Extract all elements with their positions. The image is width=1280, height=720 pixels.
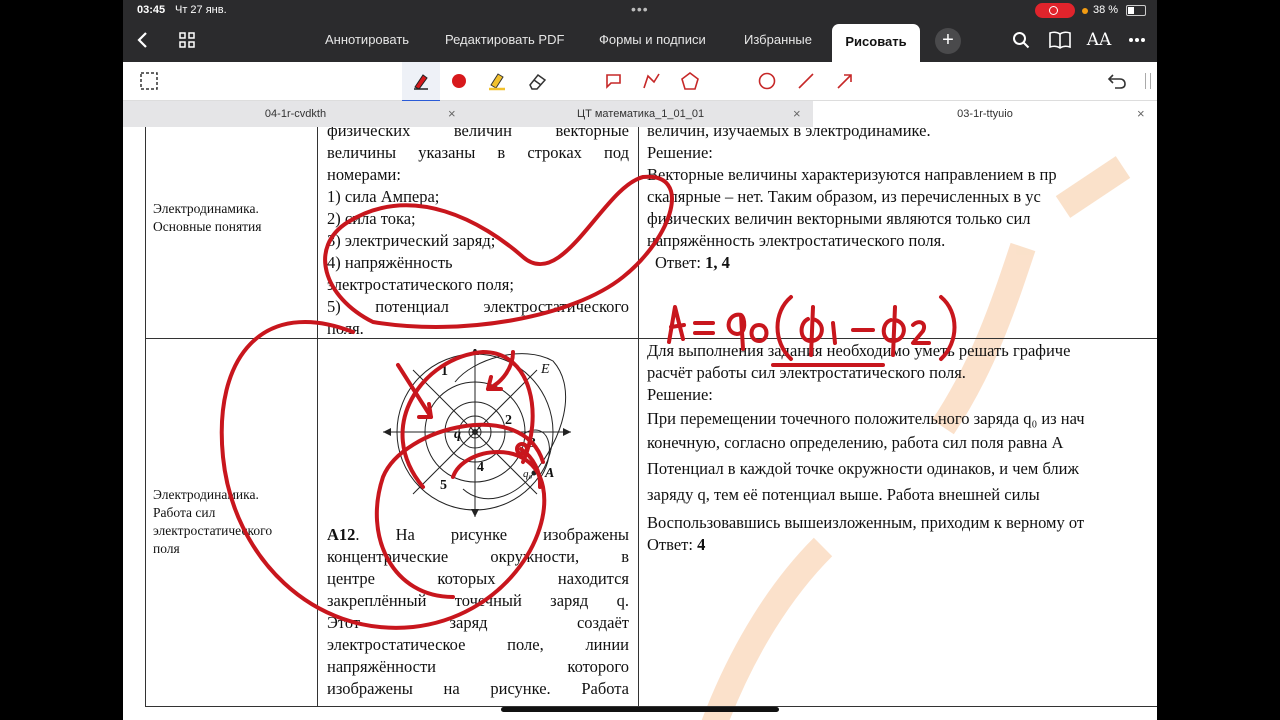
toolbar-grip[interactable] <box>1145 73 1151 89</box>
color-dot-icon[interactable] <box>445 68 473 94</box>
text-size-icon[interactable]: AA <box>1087 28 1112 52</box>
close-icon[interactable]: × <box>1137 101 1145 127</box>
polyline-icon[interactable] <box>638 68 666 94</box>
polygon-icon[interactable] <box>676 68 704 94</box>
ipad-screen: 03:45 Чт 27 янв. ••• 38 % Аннотировать Р… <box>123 0 1157 720</box>
drawing-toolbar <box>123 62 1157 102</box>
plus-icon[interactable]: + <box>935 28 961 54</box>
multitask-dots-icon[interactable]: ••• <box>631 1 649 17</box>
tab-label: ЦТ математика_1_01_01 <box>576 108 705 120</box>
status-bar: 03:45 Чт 27 янв. ••• 38 % <box>123 0 1157 22</box>
grid-icon[interactable] <box>175 28 199 52</box>
status-date: Чт 27 янв. <box>175 4 227 16</box>
line-icon[interactable] <box>792 68 820 94</box>
lasso-select-icon[interactable] <box>135 68 163 94</box>
arrow-icon[interactable] <box>831 68 859 94</box>
circle-icon[interactable] <box>753 68 781 94</box>
more-icon[interactable] <box>1125 28 1149 52</box>
battery-percent: 38 % <box>1093 4 1119 16</box>
pen-tool-selected[interactable] <box>402 62 440 102</box>
book-icon[interactable] <box>1048 28 1072 52</box>
tab-03-1r-ttyuio[interactable]: 03-1r-ttyuio × <box>813 101 1157 127</box>
close-icon[interactable]: × <box>793 101 801 127</box>
highlighter-icon[interactable] <box>483 68 511 94</box>
top-navigation-bar: Аннотировать Редактировать PDF Формы и п… <box>123 22 1157 62</box>
nav-draw-tab[interactable]: Рисовать <box>832 24 920 62</box>
back-icon[interactable] <box>131 28 155 52</box>
pdf-page[interactable]: Электродинамика. Основные понятия физиче… <box>123 127 1157 720</box>
nav-edit-pdf[interactable]: Редактировать PDF <box>445 22 564 62</box>
tab-label: 03-1r-ttyuio <box>957 108 1013 120</box>
home-indicator[interactable] <box>501 707 779 712</box>
search-icon[interactable] <box>1009 28 1033 52</box>
mic-indicator-icon <box>1082 8 1088 14</box>
battery-icon <box>1126 5 1146 16</box>
tab-04-1r-cvdkth[interactable]: 04-1r-cvdkth × <box>123 101 468 127</box>
pen-icon[interactable] <box>407 68 435 94</box>
nav-forms-signatures[interactable]: Формы и подписи <box>599 22 706 62</box>
eraser-icon[interactable] <box>523 68 551 94</box>
callout-icon[interactable] <box>599 68 627 94</box>
tab-ct-math[interactable]: ЦТ математика_1_01_01 × <box>468 101 813 127</box>
tab-label: 04-1r-cvdkth <box>264 108 327 120</box>
close-icon[interactable]: × <box>448 101 456 127</box>
ink-annotations[interactable] <box>123 127 1157 720</box>
nav-favorites[interactable]: Избранные <box>744 22 812 62</box>
document-tabs: 04-1r-cvdkth × ЦТ математика_1_01_01 × 0… <box>123 101 1157 127</box>
status-time: 03:45 <box>137 4 166 16</box>
nav-annotate[interactable]: Аннотировать <box>325 22 409 62</box>
screen-record-icon[interactable] <box>1035 3 1075 18</box>
undo-icon[interactable] <box>1103 68 1131 94</box>
